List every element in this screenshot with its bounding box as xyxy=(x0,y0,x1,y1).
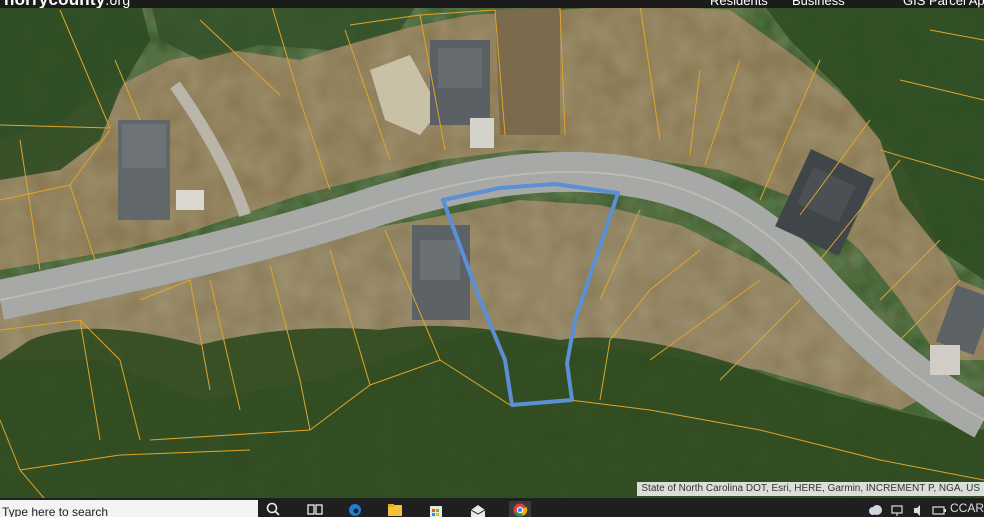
field-strip xyxy=(495,8,560,135)
site-header: horrycounty.org Residents Business GIS P… xyxy=(0,0,984,8)
map-view[interactable] xyxy=(0,0,984,517)
tray-text: CCAR xyxy=(950,501,984,515)
file-explorer-icon[interactable] xyxy=(384,501,406,517)
network-icon[interactable] xyxy=(886,501,908,517)
nav-gis-parcel-app[interactable]: GIS Parcel Ap xyxy=(903,0,984,8)
nav-residents[interactable]: Residents xyxy=(710,0,768,8)
house-south xyxy=(412,225,470,320)
site-logo[interactable]: horrycounty.org xyxy=(4,0,130,8)
cloud-icon[interactable] xyxy=(864,501,886,517)
task-view-icon[interactable] xyxy=(304,501,326,517)
store-icon[interactable] xyxy=(425,501,447,517)
chrome-icon[interactable] xyxy=(509,501,531,517)
taskbar-search-input[interactable]: Type here to search xyxy=(0,500,258,517)
edge-icon[interactable] xyxy=(344,501,366,517)
nav-business[interactable]: Business xyxy=(792,0,845,8)
mail-icon[interactable] xyxy=(467,501,489,517)
windows-taskbar: Type here to search CCAR xyxy=(0,498,984,517)
volume-icon[interactable] xyxy=(908,501,930,517)
battery-icon[interactable] xyxy=(928,501,950,517)
search-icon[interactable] xyxy=(262,501,284,517)
map-attribution: State of North Carolina DOT, Esri, HERE,… xyxy=(637,482,984,496)
